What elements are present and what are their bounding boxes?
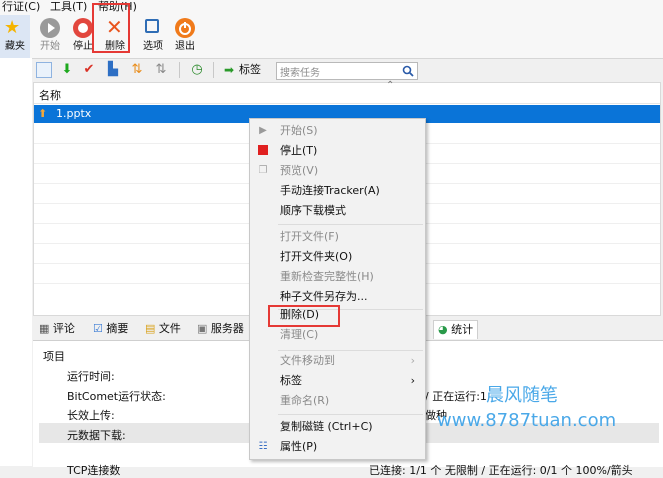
stop-icon — [73, 18, 93, 38]
menu-item-preview[interactable]: ❐ 预览(V) — [250, 161, 425, 181]
context-menu: ▶ 开始(S) 停止(T) ❐ 预览(V) 手动连接Tracker(A) 顺序下… — [249, 118, 426, 460]
sort-caret-icon: ⌃ — [386, 80, 395, 91]
favorites-label: 藏夹 — [5, 41, 25, 52]
menu-item-tools[interactable]: 工具(T) — [50, 0, 87, 15]
tab-comments[interactable]: ▦ 评论 — [39, 320, 75, 338]
sort-icon[interactable]: ⇅ — [153, 62, 169, 78]
star-icon: ★ — [4, 17, 21, 38]
left-panel — [0, 58, 32, 466]
play-icon: ▶ — [259, 125, 267, 136]
menu-separator — [278, 224, 423, 225]
menu-item-move-files[interactable]: 文件移动到 › — [250, 351, 425, 371]
download-arrow-icon[interactable]: ⬇ — [59, 62, 75, 78]
folder-icon[interactable]: ▙ — [105, 62, 121, 78]
tab-summary-label: 摘要 — [106, 322, 129, 335]
menu-item-tags[interactable]: 标签 › — [250, 371, 425, 391]
search-placeholder: 搜索任务 — [280, 68, 320, 79]
tag-label[interactable]: 标签 — [239, 62, 261, 78]
tab-files[interactable]: ▤ 文件 — [145, 320, 181, 338]
properties-icon: ☷ — [258, 441, 268, 452]
exit-button[interactable]: 退出 — [168, 15, 202, 58]
stat-label-runtime: 运行时间: — [67, 370, 115, 383]
tab-servers-label: 服务器 — [210, 322, 244, 335]
menu-item-copy-magnet[interactable]: 复制磁链 (Ctrl+C) — [250, 417, 425, 437]
menu-item-options[interactable]: 行证(C) — [2, 0, 40, 15]
preview-icon: ❐ — [258, 165, 268, 176]
menu-item-properties[interactable]: ☷ 属性(P) — [250, 437, 425, 457]
task-name: 1.pptx — [56, 107, 92, 120]
options-label: 选项 — [143, 41, 163, 52]
submenu-arrow-icon: › — [410, 374, 415, 387]
file-icon: ▤ — [145, 322, 156, 335]
stat-value-running: / 正在运行:1 — [425, 390, 487, 403]
stat-label-tcp: TCP连接数 — [67, 464, 121, 477]
menu-item-save-torrent[interactable]: 种子文件另存为... — [250, 287, 425, 307]
tab-files-label: 文件 — [158, 322, 181, 335]
watermark-url: www.8787tuan.com — [437, 410, 617, 431]
panel-header: 项目 — [43, 350, 65, 363]
comment-icon: ▦ — [39, 322, 50, 335]
highlight-delete-button — [92, 3, 130, 53]
column-name-header[interactable]: 名称 — [39, 87, 61, 103]
stat-value-tcp: 已连接: 1/1 个 无限制 / 正在运行: 0/1 个 100%/箭头 — [369, 464, 633, 477]
power-icon — [175, 18, 195, 38]
menu-item-rename[interactable]: 重命名(R) — [250, 391, 425, 411]
tag-icon[interactable]: ➡ — [221, 62, 237, 78]
menu-item-clean[interactable]: 清理(C) — [250, 325, 425, 345]
toolbar-divider — [179, 62, 180, 78]
new-task-icon[interactable] — [36, 62, 52, 78]
exit-label: 退出 — [175, 41, 195, 52]
tab-comments-label: 评论 — [52, 322, 75, 335]
tab-servers[interactable]: ▣ 服务器 — [197, 320, 244, 338]
tab-statistics-label: 统计 — [451, 323, 474, 336]
tab-statistics[interactable]: ◕ 统计 — [433, 320, 479, 339]
toolbar-divider — [213, 62, 214, 78]
stat-label-metadata: 元数据下载: — [67, 429, 126, 442]
menu-separator — [278, 414, 423, 415]
tab-summary[interactable]: ☑ 摘要 — [93, 320, 128, 338]
watermark-title: 晨风随笔 — [486, 385, 558, 406]
column-header: 名称 ⌃ — [34, 80, 660, 104]
favorites-button[interactable]: ★ 藏夹 — [0, 15, 30, 58]
menu-item-stop[interactable]: 停止(T) — [250, 141, 425, 161]
server-icon: ▣ — [197, 322, 208, 335]
search-icon — [402, 65, 414, 77]
stat-label-status: BitComet运行状态: — [67, 390, 166, 403]
menu-item-start[interactable]: ▶ 开始(S) — [250, 121, 425, 141]
highlight-delete-menu-item — [268, 305, 340, 327]
menu-item-recheck[interactable]: 重新检查完整性(H) — [250, 267, 425, 287]
summary-icon: ☑ — [93, 322, 103, 335]
play-icon — [40, 18, 60, 38]
search-input[interactable]: 搜索任务 — [276, 62, 418, 80]
menu-item-sequential-download[interactable]: 顺序下载模式 — [250, 201, 425, 221]
sort-up-down-icon[interactable]: ⇅ — [129, 62, 145, 78]
timer-icon[interactable]: ◷ — [189, 62, 205, 78]
check-icon[interactable]: ✔ — [81, 62, 97, 78]
options-icon — [145, 19, 159, 33]
stop-icon — [257, 145, 269, 157]
options-button[interactable]: 选项 — [136, 15, 170, 58]
submenu-arrow-icon: › — [410, 354, 415, 367]
statistics-icon: ◕ — [438, 323, 448, 336]
start-button[interactable]: 开始 — [33, 15, 67, 58]
start-label: 开始 — [40, 41, 60, 52]
upload-arrow-icon: ⬆ — [38, 107, 48, 120]
menu-item-connect-tracker[interactable]: 手动连接Tracker(A) — [250, 181, 425, 201]
menu-item-open-folder[interactable]: 打开文件夹(O) — [250, 247, 425, 267]
stat-label-long-upload: 长效上传: — [67, 409, 115, 422]
menu-item-open-file[interactable]: 打开文件(F) — [250, 227, 425, 247]
